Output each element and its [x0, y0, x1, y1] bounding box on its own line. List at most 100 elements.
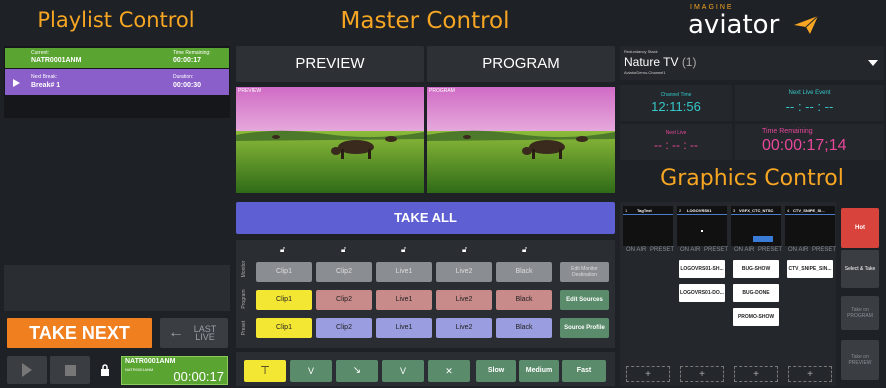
program-source-clip1[interactable]: Clip1 [256, 290, 312, 310]
lock-icon[interactable]: 🔓︎ [522, 245, 527, 255]
channel-sub: AviatorDemo-Channel1 [624, 70, 666, 75]
transition-v2-button[interactable]: V [382, 360, 424, 382]
graphic-cell-bug-show[interactable]: BUG-SHOW [733, 260, 779, 278]
add-graphic-button-1[interactable]: + [626, 366, 670, 382]
stop-button[interactable] [50, 356, 90, 384]
row-label-program: Program [241, 289, 247, 309]
preset-source-clip1[interactable]: Clip1 [256, 318, 312, 338]
tab-program[interactable]: PROGRAM [427, 46, 615, 82]
monitor-source-black[interactable]: Black [496, 262, 552, 282]
row-label-preset: Preset [241, 320, 247, 336]
program-source-clip2[interactable]: Clip2 [316, 290, 372, 310]
next-live-event-label: Next Live Event [788, 90, 831, 96]
take-all-button[interactable]: TAKE ALL [236, 202, 615, 234]
add-graphic-button-3[interactable]: + [734, 366, 778, 382]
status-clip-name: NATR0001ANM [125, 358, 176, 365]
graphics-column-2[interactable]: 2 LOGOVRS01 [677, 206, 727, 246]
column-number: 3 [733, 208, 736, 213]
monitor-source-clip2[interactable]: Clip2 [316, 262, 372, 282]
column-divider [731, 214, 781, 215]
current-value: NATR0001ANM [31, 57, 82, 64]
speed-slow-button[interactable]: Slow [476, 360, 516, 382]
preset-source-black[interactable]: Black [496, 318, 552, 338]
graphic-cell-logovrs01-show[interactable]: LOGOVRS01-SH... [679, 260, 725, 278]
stop-icon [64, 364, 76, 376]
graphics-column-4[interactable]: 4 CTV_SNIPE_SI... [785, 206, 835, 246]
channel-time-value: 12:11:56 [651, 99, 701, 114]
play-icon [13, 79, 20, 87]
brand-logo: aviator [688, 10, 780, 40]
next-live-box: Next Live -- : -- : -- [620, 124, 732, 160]
column-name: VGFX_CTC_NTSC [739, 208, 774, 213]
time-remaining-status-value: 00:00:17;14 [762, 137, 847, 154]
status-clip-time: 00:00:17 [173, 369, 224, 384]
take-on-program-button[interactable]: Take on PROGRAM [841, 296, 879, 330]
preview-monitor: PREVIEW [236, 87, 424, 193]
source-profile-button[interactable]: Source Profile [560, 318, 609, 338]
graphics-column-3[interactable]: 3 VGFX_CTC_NTSC [731, 206, 781, 246]
transition-v-button[interactable]: V [290, 360, 332, 382]
column-divider [785, 214, 835, 215]
select-take-button[interactable]: Select & Take [841, 250, 879, 288]
speed-fast-button[interactable]: Fast [562, 360, 606, 382]
preview-monitor-label: PREVIEW [238, 88, 262, 94]
column-number: 4 [787, 208, 790, 213]
preset-label: PRESET [758, 247, 783, 253]
monitor-source-live2[interactable]: Live2 [436, 262, 492, 282]
on-air-label: ON AIR [680, 247, 701, 253]
preset-source-clip2[interactable]: Clip2 [316, 318, 372, 338]
preset-source-live2[interactable]: Live2 [436, 318, 492, 338]
lock-icon [101, 364, 109, 376]
graphic-cell-logovrs01-done[interactable]: LOGOVRS01-DO... [679, 284, 725, 302]
tab-preview[interactable]: PREVIEW [236, 46, 424, 82]
lock-icon[interactable]: 🔓︎ [341, 245, 346, 255]
graphic-cell-ctv-snipe[interactable]: CTV_SNIPE_SIN... [787, 260, 833, 278]
channel-name: Nature TV (1) [624, 55, 696, 69]
last-live-label: LAST LIVE [193, 324, 217, 342]
hot-button[interactable]: Hot [841, 208, 879, 248]
program-source-live1[interactable]: Live1 [376, 290, 432, 310]
take-on-preview-button[interactable]: Take on PREVIEW [841, 340, 879, 380]
column-name: CTV_SNIPE_SI... [793, 208, 825, 213]
preset-source-live1[interactable]: Live1 [376, 318, 432, 338]
transition-x-button[interactable]: ✕ [428, 360, 470, 382]
transition-arrow-button[interactable]: ↘ [336, 360, 378, 382]
last-live-button[interactable]: ← LAST LIVE [160, 318, 228, 348]
channel-selector[interactable]: Redundancy Stack Nature TV (1) AviatorDe… [620, 46, 884, 80]
lock-icon[interactable]: 🔓︎ [280, 245, 285, 255]
playlist-header: Playlist Control [37, 8, 195, 32]
monitor-source-live1[interactable]: Live1 [376, 262, 432, 282]
graphics-column-1[interactable]: 1 TagText [623, 206, 673, 246]
edit-sources-button[interactable]: Edit Sources [560, 290, 609, 310]
back-arrow-icon: ← [168, 324, 184, 341]
speed-medium-button[interactable]: Medium [519, 360, 559, 382]
edit-monitor-destination-button[interactable]: Edit Monitor Destination [560, 262, 609, 282]
play-button[interactable] [7, 356, 47, 384]
preset-label: PRESET [704, 247, 729, 253]
lock-icon[interactable]: 🔓︎ [462, 245, 467, 255]
program-source-live2[interactable]: Live2 [436, 290, 492, 310]
master-header: Master Control [340, 8, 510, 34]
program-monitor-label: PROGRAM [429, 88, 455, 94]
add-graphic-button-4[interactable]: + [788, 366, 832, 382]
preview-dot [701, 230, 703, 232]
monitor-source-clip1[interactable]: Clip1 [256, 262, 312, 282]
dropdown-arrow-icon[interactable] [868, 60, 878, 66]
current-item-bar[interactable]: Current: NATR0001ANM Time Remaining: 00:… [5, 48, 229, 68]
lock-icon[interactable]: 🔓︎ [401, 245, 406, 255]
lock-button[interactable] [93, 356, 117, 384]
on-air-label: ON AIR [788, 247, 809, 253]
add-graphic-button-2[interactable]: + [680, 366, 724, 382]
on-air-label: ON AIR [626, 247, 647, 253]
transition-cut-button[interactable]: ⊤ [244, 360, 286, 382]
graphic-cell-bug-done[interactable]: BUG-DONE [733, 284, 779, 302]
graphic-cell-promo-show[interactable]: PROMO-SHOW [733, 308, 779, 326]
preset-label: PRESET [812, 247, 837, 253]
program-source-black[interactable]: Black [496, 290, 552, 310]
aviator-plane-icon [794, 16, 818, 34]
take-next-button[interactable]: TAKE NEXT [7, 318, 152, 348]
next-break-bar[interactable]: Next Break: Break# 1 Duration: 00:00:30 [5, 69, 229, 95]
time-remaining-status-label: Time Remaining [762, 128, 813, 135]
channel-time-label: Channel Time [660, 92, 692, 98]
column-name: LOGOVRS01 [687, 208, 712, 213]
